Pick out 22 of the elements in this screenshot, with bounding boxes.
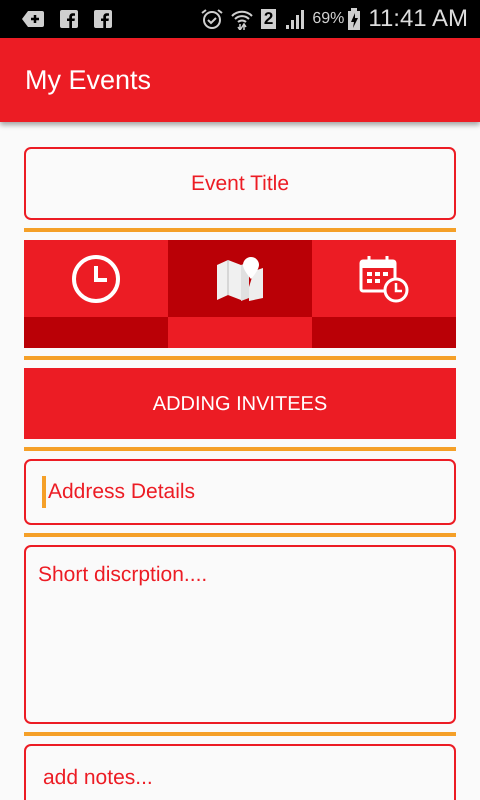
battery-percentage: 69% bbox=[312, 9, 344, 29]
adding-invitees-button[interactable]: ADDING INVITEES bbox=[24, 368, 456, 439]
signal-icon bbox=[284, 9, 304, 29]
notes-field[interactable]: add notes... bbox=[24, 744, 456, 800]
tab[interactable] bbox=[312, 240, 456, 348]
app-title: My Events bbox=[25, 64, 152, 97]
facebook-icon bbox=[60, 10, 78, 28]
event-title-field[interactable]: Event Title bbox=[24, 147, 456, 220]
calendar-clock-icon bbox=[359, 254, 409, 302]
sim-number: 2 bbox=[260, 9, 276, 29]
clock-icon bbox=[71, 254, 121, 304]
wifi-icon bbox=[230, 8, 253, 30]
map-pin-icon bbox=[216, 256, 264, 300]
alarm-clock-icon bbox=[200, 8, 223, 30]
description-field[interactable]: Short discrption.... bbox=[24, 545, 456, 724]
facebook-icon bbox=[94, 10, 112, 28]
address-field[interactable]: Address Details bbox=[24, 459, 456, 525]
tab[interactable] bbox=[24, 240, 168, 348]
tab[interactable] bbox=[168, 240, 312, 348]
clock-time: 11:41 AM bbox=[368, 4, 468, 34]
notification-plus-icon bbox=[22, 10, 44, 28]
charging-battery-icon bbox=[348, 8, 360, 30]
